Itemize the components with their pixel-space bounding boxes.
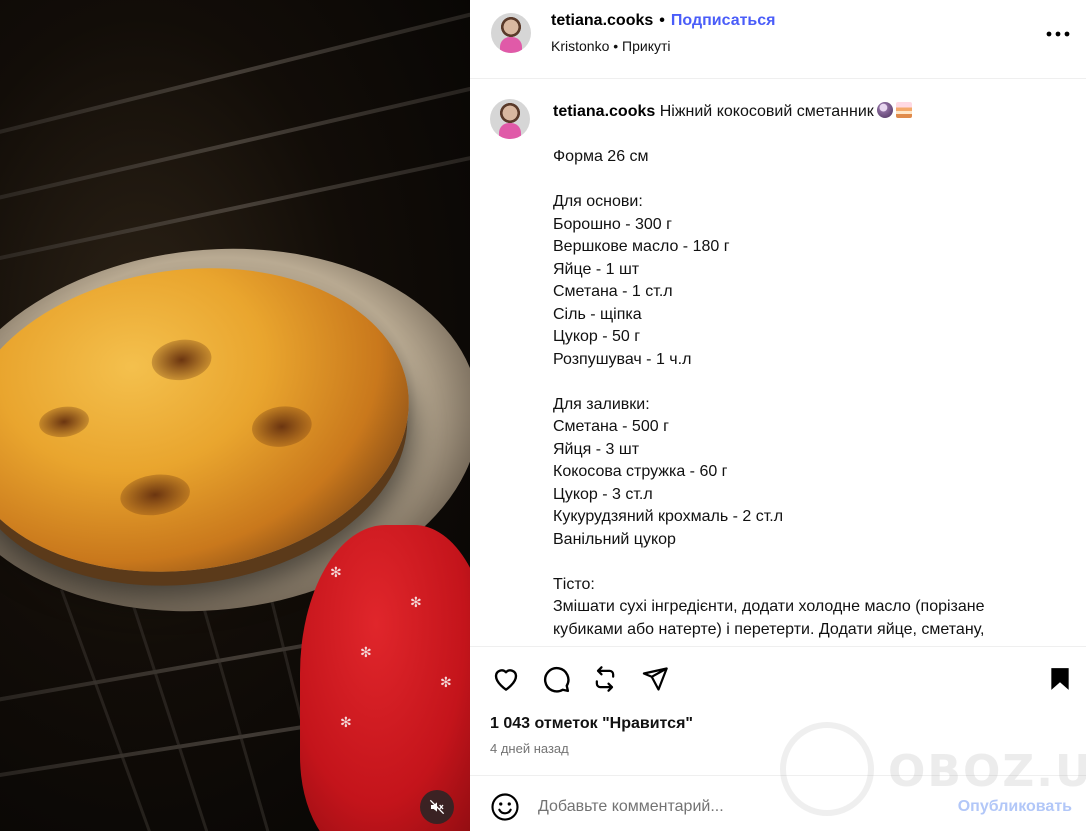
post-side-panel: tetiana.cooks • Подписаться Kristonko • Пр… [470, 0, 1086, 831]
like-count[interactable]: 1 043 отметок "Нравится" [490, 715, 693, 733]
caption-line [553, 169, 1053, 192]
post-actions: 1 043 отметок "Нравится" 4 дней назад [470, 646, 1086, 775]
oven-rack-bar [0, 150, 470, 264]
repost-button[interactable] [589, 663, 621, 695]
cake-emoji-icon [895, 102, 912, 118]
separator-dot: • [613, 38, 619, 54]
caption-line: Вершкове масло - 180 г [553, 238, 730, 255]
repost-icon [595, 666, 615, 692]
bookmark-icon [1051, 668, 1069, 690]
caption-title: Ніжний кокосовий сметанник [659, 103, 874, 120]
caption-line [553, 371, 1053, 394]
location-link[interactable]: Kristonko [551, 38, 609, 54]
comment-input[interactable] [538, 794, 938, 820]
pie-browned-spot [149, 335, 215, 384]
speaker-muted-icon [429, 799, 445, 815]
header-user-line: tetiana.cooks • Подписаться [551, 12, 776, 30]
avatar[interactable] [490, 99, 530, 139]
username-link[interactable]: tetiana.cooks [551, 12, 653, 29]
pie-browned-spot [117, 470, 193, 520]
comment-composer: Опубликовать [470, 775, 1086, 831]
caption-line: Для основи: [553, 193, 643, 210]
caption-line: Сметана - 1 ст.л [553, 283, 673, 300]
publish-button[interactable]: Опубликовать [958, 798, 1072, 816]
separator-dot: • [659, 12, 665, 29]
share-icon [642, 667, 668, 691]
follow-button[interactable]: Подписаться [671, 12, 776, 29]
post-media[interactable]: ✻ ✻ ✻ ✻ ✻ [0, 0, 470, 831]
caption-line [553, 551, 1053, 574]
caption-line: Цукор - 3 ст.л [553, 485, 653, 503]
caption-username-link[interactable]: tetiana.cooks [553, 103, 655, 120]
oven-rack-wire [130, 599, 214, 831]
more-options-button[interactable] [1044, 24, 1072, 44]
post-caption: tetiana.cooks Ніжний кокосовий сметанник… [470, 79, 1086, 646]
caption-line: Сіль - щіпка [553, 305, 642, 323]
emoji-picker-button[interactable] [490, 792, 520, 822]
header-subline: Kristonko • Прикуті [551, 38, 671, 54]
caption-line: Розпушувач - 1 ч.л [553, 350, 692, 368]
avatar[interactable] [491, 13, 531, 53]
oven-rack-bar [0, 81, 470, 203]
caption-title-line: tetiana.cooks Ніжний кокосовий сметанник [553, 101, 1053, 124]
caption-line: Яйця - 3 шт [553, 440, 640, 458]
pie-browned-spot [37, 403, 91, 441]
caption-line: Для заливки: [553, 395, 650, 413]
caption-line: Сметана - 500 г [553, 418, 669, 435]
caption-body: Форма 26 см Для основи: Борошно - 300 г Вер… [553, 146, 1053, 641]
pie-browned-spot [249, 402, 315, 451]
oven-rack-bar [0, 7, 470, 137]
caption-line: Цукор - 50 г [553, 328, 641, 345]
like-button[interactable] [490, 663, 522, 695]
caption-line: Кокосова стружка - 60 г [553, 463, 728, 480]
caption-line: Змішати сухі інгредієнти, додати холодне… [553, 598, 989, 638]
more-dots-icon [1046, 31, 1070, 37]
oven-rack-wire [200, 599, 275, 831]
post-header: tetiana.cooks • Подписаться Kristonko • Пр… [470, 0, 1086, 79]
oven-mitt: ✻ ✻ ✻ ✻ ✻ [300, 525, 470, 831]
mute-button[interactable] [420, 790, 454, 824]
caption-line: Ванільний цукор [553, 530, 676, 548]
status-text: Прикуті [622, 38, 671, 54]
heart-icon [494, 669, 518, 691]
caption-text: tetiana.cooks Ніжний кокосовий сметанник… [553, 101, 1053, 641]
coconut-emoji-icon [876, 102, 893, 118]
caption-line: Борошно - 300 г [553, 215, 672, 233]
caption-line: Форма 26 см [553, 148, 649, 165]
comment-icon [543, 666, 570, 693]
save-button[interactable] [1044, 663, 1076, 695]
caption-line: Тісто: [553, 575, 595, 593]
comment-button[interactable] [540, 663, 572, 695]
smiley-icon [491, 793, 519, 821]
post-timestamp[interactable]: 4 дней назад [490, 741, 569, 756]
caption-line: Кукурудзяний крохмаль - 2 ст.л [553, 508, 784, 525]
share-button[interactable] [639, 663, 671, 695]
caption-line: Яйце - 1 шт [553, 260, 640, 278]
